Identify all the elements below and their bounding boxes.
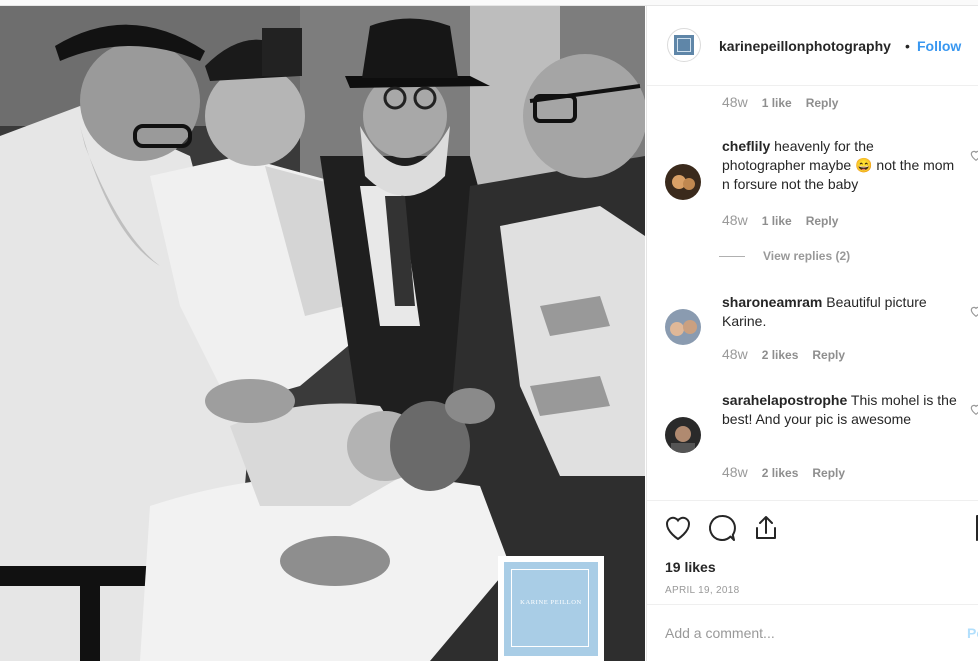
reply-button[interactable]: Reply [806,96,839,110]
add-comment-bar: Add a comment... Po [647,604,978,662]
watermark-text: KARINE PEILLON [520,599,582,606]
commenter-avatar[interactable] [665,309,701,345]
post-photo[interactable]: KARINE PEILLON [0,6,645,661]
commenter-username[interactable]: sarahelapostrophe [722,392,847,408]
commenter-username[interactable]: cheflily [722,138,770,154]
comment-meta: 48w 2 likes Reply [722,346,845,362]
add-comment-input[interactable]: Add a comment... [665,625,775,641]
photographer-watermark-logo: KARINE PEILLON [498,556,604,661]
comment-likes[interactable]: 1 like [762,96,792,110]
author-username[interactable]: karinepeillonphotography [719,38,891,54]
comment-body: sharoneamram Beautiful picture Karine. [722,293,957,331]
view-replies-button[interactable]: View replies (2) [719,249,850,263]
post-date: APRIL 19, 2018 [665,585,740,596]
like-comment-heart-icon[interactable] [969,304,978,318]
commenter-avatar[interactable] [665,164,701,200]
replies-divider-line [719,256,745,258]
commenter-username[interactable]: sharoneamram [722,294,822,310]
view-replies-label: View replies (2) [763,249,851,263]
comment-likes[interactable]: 2 likes [762,466,799,480]
post-comment-button[interactable]: Po [967,625,978,641]
bookmark-icon[interactable] [971,513,978,543]
reply-button[interactable]: Reply [812,348,845,362]
header-separator: • [905,38,910,54]
post-header: karinepeillonphotography • Follow [647,6,978,86]
follow-button[interactable]: Follow [917,38,961,54]
reply-button[interactable]: Reply [812,466,845,480]
comment-meta: 48w 1 like Reply [722,212,838,228]
comment-meta: 48w 1 like Reply [722,94,838,110]
post-actions: 19 likes APRIL 19, 2018 Add a comment...… [647,500,978,661]
heart-icon[interactable] [663,513,693,543]
post-side-panel: karinepeillonphotography • Follow 48w 1 l… [646,6,978,661]
reply-button[interactable]: Reply [806,214,839,228]
like-comment-heart-icon[interactable] [969,402,978,416]
comment-icon[interactable] [707,513,737,543]
comment-likes[interactable]: 2 likes [762,348,799,362]
commenter-avatar[interactable] [665,417,701,453]
author-avatar[interactable] [667,28,701,62]
comment-body: cheflily heavenly for the photographer m… [722,137,957,194]
like-comment-heart-icon[interactable] [969,148,978,162]
share-icon[interactable] [751,513,781,543]
comment-body: sarahelapostrophe This mohel is the best… [722,391,957,429]
comment-age[interactable]: 48w [722,94,748,110]
comment-age[interactable]: 48w [722,212,748,228]
comment-likes[interactable]: 1 like [762,214,792,228]
likes-count[interactable]: 19 likes [665,559,716,575]
comment-meta: 48w 2 likes Reply [722,464,845,480]
comment-age[interactable]: 48w [722,464,748,480]
comment-age[interactable]: 48w [722,346,748,362]
